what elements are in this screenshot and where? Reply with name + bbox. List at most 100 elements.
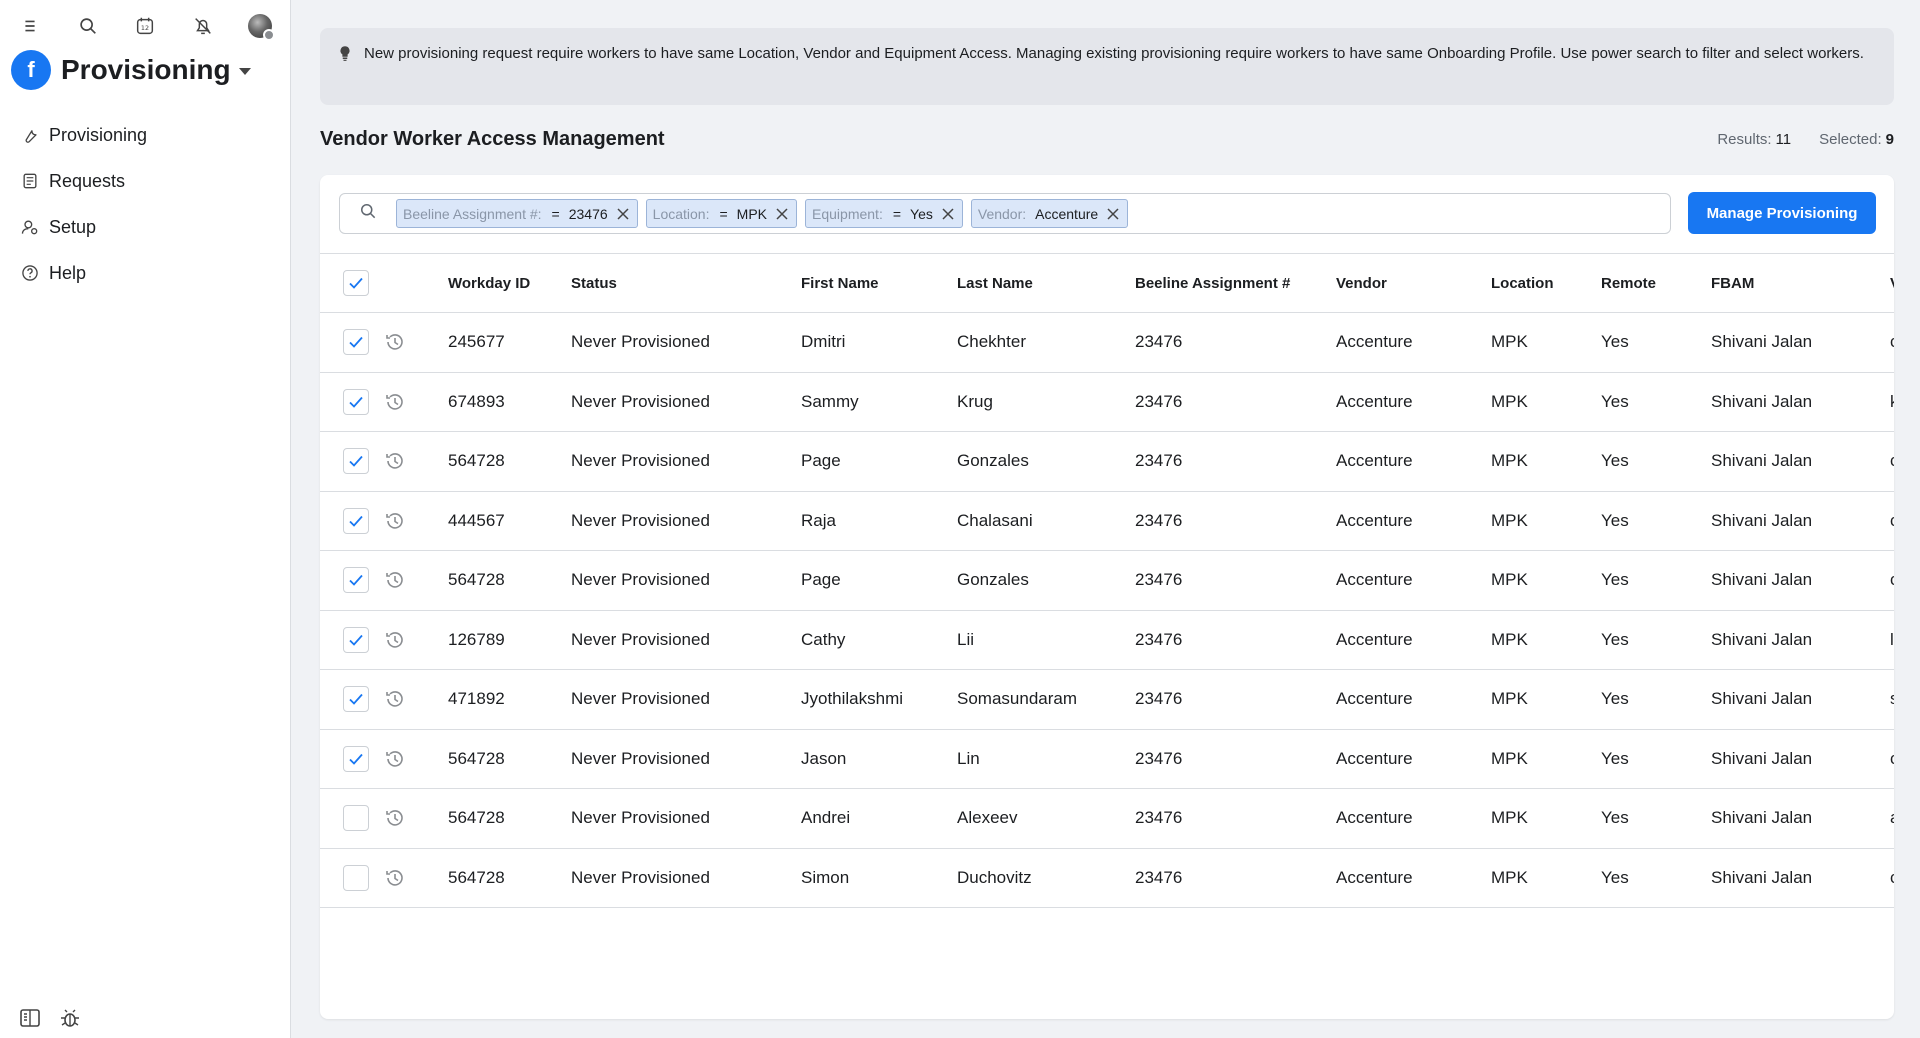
- sidebar-item-provisioning[interactable]: Provisioning: [0, 112, 290, 158]
- table-row[interactable]: 564728 Never Provisioned Jason Lin 23476 Acce…: [320, 730, 1894, 789]
- cell-beeline: 23476: [1135, 867, 1183, 887]
- menu-icon[interactable]: [16, 12, 44, 40]
- table-row[interactable]: 564728 Never Provisioned Simon Duchovitz 234…: [320, 849, 1894, 908]
- cell-last-name: Lii: [957, 629, 975, 649]
- cell-vendor: Accenture: [1336, 629, 1413, 649]
- row-checkbox[interactable]: [343, 448, 369, 475]
- caret-down-icon[interactable]: [238, 67, 251, 75]
- row-checkbox[interactable]: [343, 805, 369, 832]
- check-icon: [349, 634, 363, 646]
- cell-last-name: Gonzales: [957, 451, 1029, 471]
- app-title: Provisioning: [61, 54, 231, 85]
- user-avatar[interactable]: [246, 12, 275, 41]
- close-icon[interactable]: [615, 206, 631, 222]
- row-checkbox[interactable]: [343, 329, 369, 356]
- app-brand[interactable]: f Provisioning: [11, 50, 251, 90]
- column-header[interactable]: FBAM: [1711, 275, 1754, 292]
- column-header[interactable]: Status: [571, 275, 617, 292]
- cell-fbam: Shivani Jalan: [1711, 629, 1813, 649]
- close-icon[interactable]: [1105, 206, 1121, 222]
- history-icon[interactable]: [383, 509, 407, 533]
- row-checkbox[interactable]: [343, 745, 369, 772]
- cell-beeline: 23476: [1135, 510, 1183, 530]
- row-checkbox[interactable]: [343, 388, 369, 415]
- manage-provisioning-button[interactable]: Manage Provisioning: [1688, 192, 1876, 234]
- column-header[interactable]: First Name: [801, 275, 879, 292]
- table-row[interactable]: 674893 Never Provisioned Sammy Krug 23476 Acc…: [320, 373, 1894, 432]
- cell-vendor: Accenture: [1336, 689, 1413, 709]
- column-header[interactable]: Remote: [1601, 275, 1656, 292]
- bug-report-icon[interactable]: [58, 1006, 82, 1030]
- search-icon[interactable]: [74, 12, 102, 40]
- power-search-input[interactable]: Beeline Assignment #: = 23476 Location: …: [339, 193, 1671, 234]
- sidebar-item-setup[interactable]: Setup: [0, 204, 290, 250]
- check-icon: [349, 337, 363, 349]
- history-icon[interactable]: [383, 330, 407, 354]
- check-icon: [349, 456, 363, 468]
- table-row[interactable]: 564728 Never Provisioned Andrei Alexeev 2347…: [320, 789, 1894, 849]
- cell-truncated: c: [1890, 749, 1894, 769]
- filter-chip-equipment[interactable]: Equipment: = Yes: [805, 199, 963, 228]
- table-row[interactable]: 471892 Never Provisioned Jyothilakshmi Soma…: [320, 670, 1894, 730]
- history-icon[interactable]: [383, 687, 407, 711]
- sidebar-top-toolbar: 12: [16, 12, 275, 41]
- sidebar-item-requests[interactable]: Requests: [0, 158, 290, 204]
- table-row[interactable]: 245677 Never Provisioned Dmitri Chekhter 234…: [320, 313, 1894, 373]
- table-row[interactable]: 126789 Never Provisioned Cathy Lii 23476 Acce…: [320, 611, 1894, 670]
- row-checkbox[interactable]: [343, 686, 369, 713]
- column-header[interactable]: Workday ID: [448, 275, 530, 292]
- cell-remote: Yes: [1601, 451, 1629, 471]
- history-icon[interactable]: [383, 449, 407, 473]
- cell-remote: Yes: [1601, 332, 1629, 352]
- row-checkbox[interactable]: [343, 864, 369, 891]
- table-row[interactable]: 564728 Never Provisioned Page Gonzales 23476…: [320, 551, 1894, 611]
- cell-remote: Yes: [1601, 510, 1629, 530]
- history-icon[interactable]: [383, 747, 407, 771]
- close-icon[interactable]: [774, 206, 790, 222]
- row-checkbox[interactable]: [343, 626, 369, 653]
- table-row[interactable]: 564728 Never Provisioned Page Gonzales 23476…: [320, 432, 1894, 492]
- cell-vendor: Accenture: [1336, 510, 1413, 530]
- close-icon[interactable]: [940, 206, 956, 222]
- column-header[interactable]: Beeline Assignment #: [1135, 275, 1290, 292]
- history-icon[interactable]: [383, 866, 407, 890]
- column-header[interactable]: Location: [1491, 275, 1554, 292]
- column-header[interactable]: Last Name: [957, 275, 1033, 292]
- column-header[interactable]: Vendor: [1336, 275, 1387, 292]
- select-all-checkbox[interactable]: [343, 270, 369, 296]
- calendar-icon[interactable]: 12: [131, 12, 159, 40]
- collapse-sidebar-icon[interactable]: [18, 1006, 42, 1030]
- cell-fbam: Shivani Jalan: [1711, 510, 1813, 530]
- row-checkbox[interactable]: [343, 507, 369, 534]
- history-icon[interactable]: [383, 568, 407, 592]
- cell-first-name: Jyothilakshmi: [801, 689, 904, 709]
- cell-fbam: Shivani Jalan: [1711, 867, 1813, 887]
- cell-last-name: Chekhter: [957, 332, 1026, 352]
- cell-fbam: Shivani Jalan: [1711, 689, 1813, 709]
- check-icon: [349, 515, 363, 527]
- cell-status: Never Provisioned: [571, 808, 710, 828]
- cell-remote: Yes: [1601, 391, 1629, 411]
- filter-chip-vendor[interactable]: Vendor: Accenture: [970, 199, 1129, 228]
- row-checkbox[interactable]: [343, 567, 369, 594]
- cell-first-name: Sammy: [801, 391, 859, 411]
- history-icon[interactable]: [383, 390, 407, 414]
- cell-status: Never Provisioned: [571, 867, 710, 887]
- cell-status: Never Provisioned: [571, 689, 710, 709]
- table-row[interactable]: 444567 Never Provisioned Raja Chalasani 2347…: [320, 492, 1894, 551]
- cell-workday-id: 471892: [448, 689, 505, 709]
- cell-location: MPK: [1491, 629, 1528, 649]
- history-icon[interactable]: [383, 628, 407, 652]
- history-icon[interactable]: [383, 806, 407, 830]
- cell-status: Never Provisioned: [571, 451, 710, 471]
- filter-key: Equipment:: [812, 205, 883, 222]
- cell-remote: Yes: [1601, 808, 1629, 828]
- sidebar-item-help[interactable]: Help: [0, 250, 290, 296]
- column-header[interactable]: V: [1890, 275, 1894, 292]
- help-icon: [22, 265, 38, 281]
- notifications-off-icon[interactable]: [189, 12, 217, 40]
- cell-status: Never Provisioned: [571, 570, 710, 590]
- filter-chip-beeline[interactable]: Beeline Assignment #: = 23476: [396, 199, 638, 228]
- filter-chip-location[interactable]: Location: = MPK: [645, 199, 798, 228]
- cell-last-name: Lin: [957, 748, 980, 768]
